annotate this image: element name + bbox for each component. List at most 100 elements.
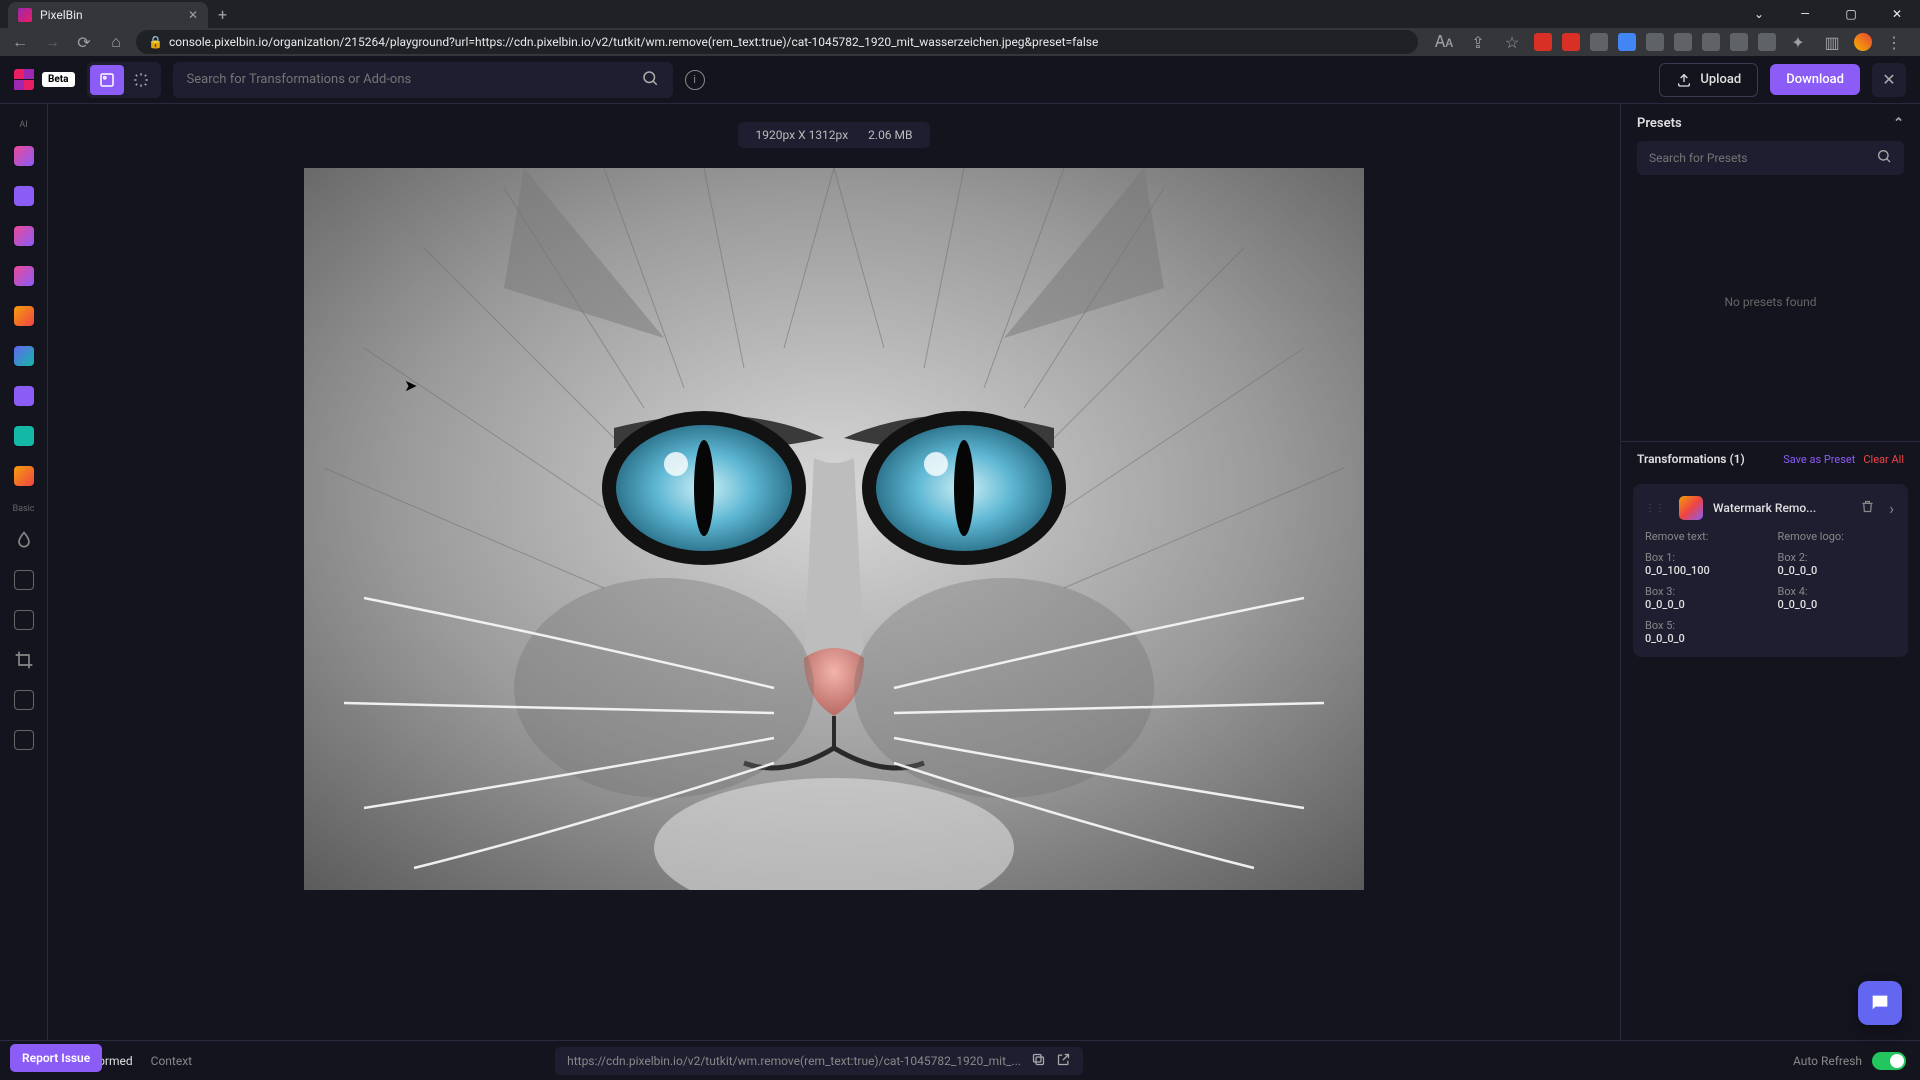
- minimize-icon[interactable]: —: [1782, 0, 1828, 28]
- auto-refresh-label: Auto Refresh: [1793, 1054, 1862, 1068]
- download-button[interactable]: Download: [1770, 64, 1860, 95]
- rail-tool-1[interactable]: [6, 138, 42, 174]
- box2-value: 0_0_0_0: [1778, 564, 1897, 577]
- new-tab-button[interactable]: +: [208, 1, 237, 28]
- chevron-up-icon[interactable]: ⌃: [1893, 116, 1904, 131]
- image-mode-icon: [98, 71, 116, 89]
- search-icon[interactable]: [1876, 148, 1892, 168]
- auto-refresh-toggle[interactable]: [1872, 1052, 1906, 1070]
- home-icon[interactable]: ⌂: [104, 30, 128, 54]
- box4-value: 0_0_0_0: [1778, 598, 1897, 611]
- cdn-url-box: https://cdn.pixelbin.io/v2/tutkit/wm.rem…: [555, 1047, 1083, 1075]
- box4-label: Box 4:: [1778, 585, 1897, 598]
- delete-transformation-icon[interactable]: [1858, 497, 1877, 520]
- rail-basic-1[interactable]: [6, 522, 42, 558]
- bottom-bar: Transformed Context https://cdn.pixelbin…: [0, 1040, 1920, 1080]
- rail-tool-4[interactable]: [6, 258, 42, 294]
- tool-icon: [14, 146, 34, 166]
- url-text: console.pixelbin.io/organization/215264/…: [169, 35, 1098, 49]
- share-icon[interactable]: ⇪: [1466, 30, 1490, 54]
- avatar-icon[interactable]: [1854, 33, 1872, 51]
- cursor-icon: ➤: [404, 376, 417, 395]
- browser-menu-icon[interactable]: ⋮: [1882, 30, 1906, 54]
- upload-icon: [1676, 72, 1692, 88]
- logo-mark-icon: [14, 69, 36, 91]
- rail-basic-4[interactable]: [6, 642, 42, 678]
- rail-tool-7[interactable]: [6, 378, 42, 414]
- extension-icon[interactable]: [1730, 33, 1748, 51]
- image-preview[interactable]: ➤: [304, 168, 1364, 890]
- adblock-extension-icon[interactable]: [1562, 33, 1580, 51]
- rail-basic-6[interactable]: [6, 722, 42, 758]
- box1-value: 0_0_100_100: [1645, 564, 1764, 577]
- chevron-down-icon[interactable]: ⌄: [1736, 0, 1782, 28]
- extensions-menu-icon[interactable]: ✦: [1786, 30, 1810, 54]
- close-window-icon[interactable]: ✕: [1874, 0, 1920, 28]
- clear-all-button[interactable]: Clear All: [1863, 453, 1904, 466]
- logo[interactable]: Beta: [14, 69, 75, 91]
- tool-icon: [14, 346, 34, 366]
- rail-section-ai: AI: [19, 120, 27, 130]
- tool-icon: [14, 730, 34, 750]
- rail-basic-3[interactable]: [6, 602, 42, 638]
- translate-icon[interactable]: 🗛: [1432, 30, 1456, 54]
- close-tab-icon[interactable]: ✕: [188, 8, 198, 22]
- rail-tool-9[interactable]: [6, 458, 42, 494]
- tab-strip: PixelBin ✕ + ⌄ — ▢ ✕: [0, 0, 1920, 28]
- forward-icon[interactable]: →: [40, 30, 64, 54]
- rail-tool-3[interactable]: [6, 218, 42, 254]
- browser-nav-bar: ← → ⟳ ⌂ 🔒 console.pixelbin.io/organizati…: [0, 28, 1920, 56]
- box1-label: Box 1:: [1645, 551, 1764, 564]
- expand-transformation-icon[interactable]: ›: [1887, 497, 1896, 520]
- close-panel-button[interactable]: ✕: [1872, 63, 1906, 97]
- image-dimensions: 1920px X 1312px: [756, 128, 849, 142]
- beta-badge: Beta: [42, 72, 75, 87]
- side-panel-icon[interactable]: ▥: [1820, 30, 1844, 54]
- extension-icon[interactable]: [1646, 33, 1664, 51]
- search-transformations[interactable]: [173, 62, 673, 98]
- save-as-preset-button[interactable]: Save as Preset: [1783, 453, 1855, 466]
- image-filesize: 2.06 MB: [868, 128, 912, 142]
- info-icon[interactable]: i: [685, 70, 705, 90]
- tool-icon: [14, 306, 34, 326]
- chat-fab-button[interactable]: [1858, 981, 1902, 1025]
- open-url-icon[interactable]: [1056, 1052, 1071, 1070]
- search-input[interactable]: [187, 72, 641, 87]
- tab-context[interactable]: Context: [151, 1054, 192, 1068]
- upload-button[interactable]: Upload: [1659, 63, 1758, 97]
- reload-icon[interactable]: ⟳: [72, 30, 96, 54]
- address-bar[interactable]: 🔒 console.pixelbin.io/organization/21526…: [136, 30, 1418, 54]
- mode-code-button[interactable]: [124, 65, 158, 95]
- report-issue-button[interactable]: Report Issue: [10, 1044, 102, 1072]
- box2-label: Box 2:: [1778, 551, 1897, 564]
- browser-tab[interactable]: PixelBin ✕: [8, 2, 208, 28]
- mode-image-button[interactable]: [90, 65, 124, 95]
- rail-basic-5[interactable]: [6, 682, 42, 718]
- tool-icon: [14, 226, 34, 246]
- extension-icon[interactable]: [1674, 33, 1692, 51]
- search-icon[interactable]: [641, 69, 659, 91]
- rail-tool-5[interactable]: [6, 298, 42, 334]
- tab-title: PixelBin: [40, 8, 83, 22]
- extension-icon[interactable]: [1618, 33, 1636, 51]
- maximize-icon[interactable]: ▢: [1828, 0, 1874, 28]
- rail-tool-2[interactable]: [6, 178, 42, 214]
- left-rail: AI Basic: [0, 104, 48, 1040]
- bookmark-icon[interactable]: ☆: [1500, 30, 1524, 54]
- tool-icon: [14, 266, 34, 286]
- favicon-icon: [18, 8, 32, 22]
- preset-search-input[interactable]: [1649, 151, 1876, 165]
- watermark-remover-icon: [1679, 496, 1703, 520]
- rail-tool-6[interactable]: [6, 338, 42, 374]
- rail-tool-8[interactable]: [6, 418, 42, 454]
- drag-handle-icon[interactable]: ⋮⋮: [1645, 503, 1665, 514]
- back-icon[interactable]: ←: [8, 30, 32, 54]
- copy-url-icon[interactable]: [1031, 1052, 1046, 1070]
- abp-extension-icon[interactable]: [1534, 33, 1552, 51]
- extension-icon[interactable]: [1590, 33, 1608, 51]
- preset-search[interactable]: [1637, 141, 1904, 175]
- extension-icon[interactable]: [1758, 33, 1776, 51]
- app-header: Beta i Upload Download ✕: [0, 56, 1920, 104]
- rail-basic-2[interactable]: [6, 562, 42, 598]
- extension-icon[interactable]: [1702, 33, 1720, 51]
